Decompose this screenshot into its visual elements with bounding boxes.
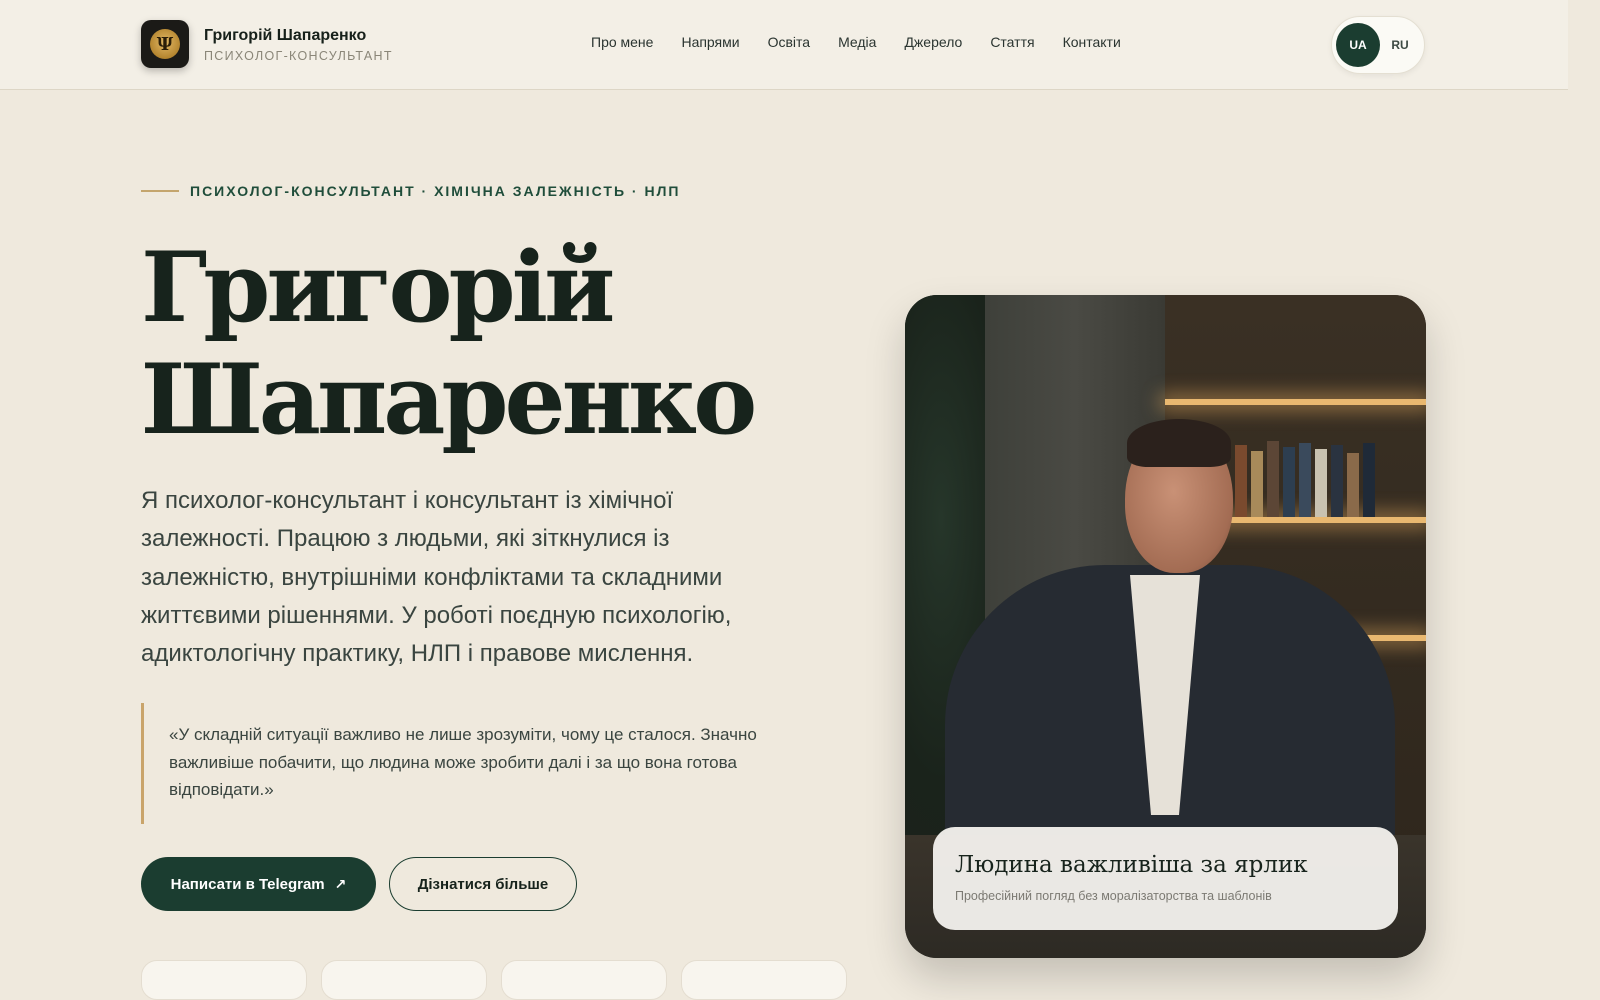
main-nav: Про мене Напрями Освіта Медіа Джерело Ст… [591,34,1149,50]
lang-ua-button[interactable]: UA [1336,23,1380,67]
portrait-photo-card: Людина важливіша за ярлик Професійний по… [905,295,1426,958]
book [1347,453,1359,517]
book [1315,449,1327,517]
nav-item-article[interactable]: Стаття [990,34,1034,50]
learn-more-button[interactable]: Дізнатися більше [389,857,577,911]
hero-eyebrow: ПСИХОЛОГ-КОНСУЛЬТАНТ · ХІМІЧНА ЗАЛЕЖНІСТ… [141,183,680,199]
book [1235,445,1247,517]
info-card-2 [321,960,487,1000]
eyebrow-text: ПСИХОЛОГ-КОНСУЛЬТАНТ · ХІМІЧНА ЗАЛЕЖНІСТ… [190,183,681,199]
info-card-1 [141,960,307,1000]
nav-item-education[interactable]: Освіта [768,34,810,50]
caption-subtitle: Професійний погляд без моралізаторства т… [955,889,1272,903]
eyebrow-divider [141,190,179,192]
brand-name: Григорій Шапаренко [204,26,367,44]
hero-quote: «У складній ситуації важливо не лише зро… [141,703,801,824]
hero-title-line-1: Григорій [141,231,615,344]
info-card-3 [501,960,667,1000]
caption-title: Людина важливіша за ярлик [955,852,1308,878]
logo[interactable]: Ψ [141,20,189,68]
site-header: Ψ Григорій Шапаренко ПСИХОЛОГ-КОНСУЛЬТАН… [0,0,1568,90]
nav-item-source[interactable]: Джерело [904,34,962,50]
shelf-light [1165,399,1426,405]
telegram-button-label: Написати в Telegram [170,875,325,893]
nav-item-directions[interactable]: Напрями [681,34,739,50]
hero-description: Я психолог-консультант і консультант із … [141,487,732,668]
lang-ru-button[interactable]: RU [1378,23,1422,67]
arrow-up-right-icon: ↗ [334,875,347,892]
brand-text: Григорій Шапаренко ПСИХОЛОГ-КОНСУЛЬТАНТ [204,26,393,63]
book [1267,441,1279,517]
book [1251,451,1263,517]
nav-item-contacts[interactable]: Контакти [1063,34,1121,50]
nav-item-about[interactable]: Про мене [591,34,653,50]
info-card-4 [681,960,847,1000]
book [1363,443,1375,517]
brand[interactable]: Ψ Григорій Шапаренко ПСИХОЛОГ-КОНСУЛЬТАН… [141,20,393,68]
hero-title-line-2: Шапаренко [141,343,757,456]
language-switcher: UA RU [1331,16,1425,74]
book [1283,447,1295,517]
person-hair [1127,419,1231,467]
book [1331,445,1343,517]
photo-caption: Людина важливіша за ярлик Професійний по… [933,827,1398,930]
hero-title: Григорій Шапаренко [141,232,841,456]
telegram-button[interactable]: Написати в Telegram ↗ [141,857,376,911]
book [1299,443,1311,517]
psi-logo-icon: Ψ [150,29,180,59]
nav-item-media[interactable]: Медіа [838,34,876,50]
brand-subtitle: ПСИХОЛОГ-КОНСУЛЬТАНТ [204,48,393,63]
